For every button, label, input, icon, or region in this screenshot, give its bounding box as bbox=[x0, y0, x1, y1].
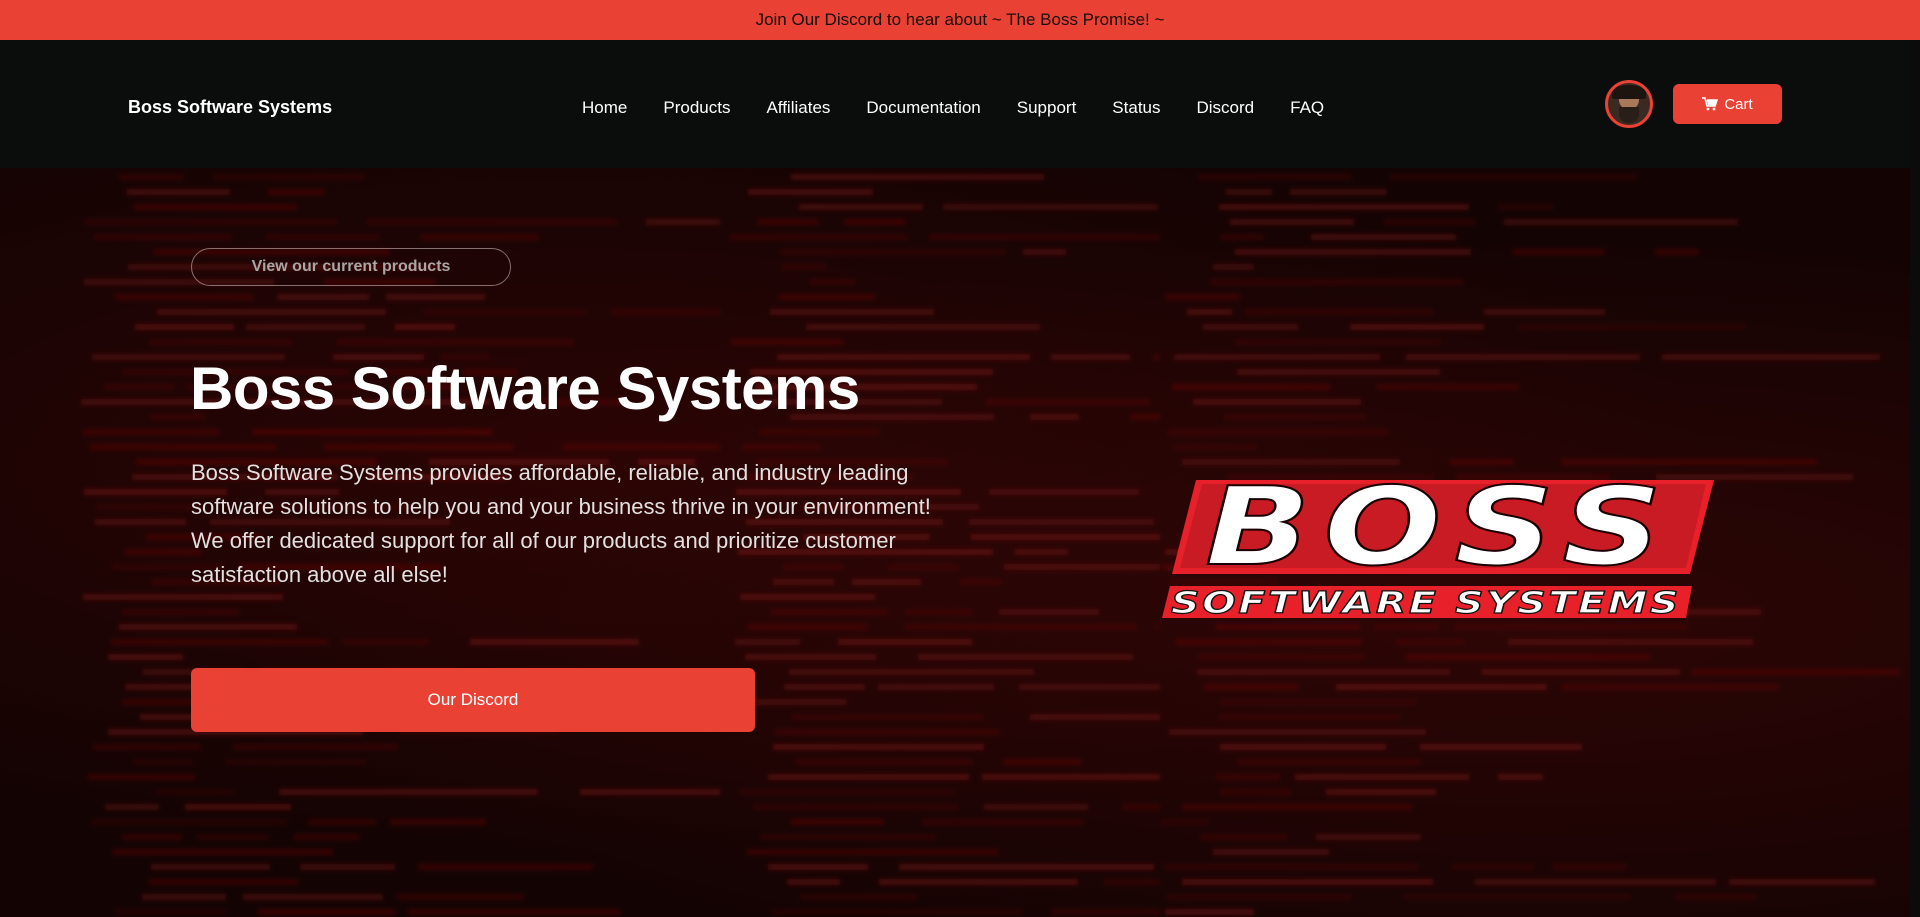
announcement-bar[interactable]: Join Our Discord to hear about ~ The Bos… bbox=[0, 0, 1920, 40]
our-discord-button[interactable]: Our Discord bbox=[191, 668, 755, 732]
cart-icon bbox=[1702, 97, 1719, 111]
nav-discord[interactable]: Discord bbox=[1197, 98, 1255, 118]
page: Join Our Discord to hear about ~ The Bos… bbox=[0, 0, 1920, 917]
view-products-button[interactable]: View our current products bbox=[191, 248, 511, 286]
brand-name[interactable]: Boss Software Systems bbox=[128, 97, 332, 118]
logo-subtitle: SOFTWARE SYSTEMS bbox=[1171, 586, 1681, 621]
hero-description: Boss Software Systems provides affordabl… bbox=[191, 460, 931, 587]
boss-logo: BOSS SOFTWARE SYSTEMS bbox=[1162, 468, 1714, 622]
cart-label: Cart bbox=[1724, 95, 1753, 113]
user-avatar[interactable] bbox=[1605, 80, 1653, 128]
nav-documentation[interactable]: Documentation bbox=[866, 98, 980, 118]
hero-title: Boss Software Systems bbox=[190, 355, 860, 422]
nav-products[interactable]: Products bbox=[663, 98, 730, 118]
hero-section: View our current products Boss Software … bbox=[0, 168, 1910, 917]
nav-home[interactable]: Home bbox=[582, 98, 627, 118]
logo-word: BOSS bbox=[1205, 468, 1675, 590]
main-nav: Home Products Affiliates Documentation S… bbox=[582, 98, 1360, 118]
nav-affiliates[interactable]: Affiliates bbox=[766, 98, 830, 118]
cart-button[interactable]: Cart bbox=[1673, 84, 1782, 124]
nav-support[interactable]: Support bbox=[1017, 98, 1077, 118]
nav-faq[interactable]: FAQ bbox=[1290, 98, 1324, 118]
avatar-hat bbox=[1612, 85, 1646, 99]
page-scrollbar[interactable] bbox=[1910, 40, 1920, 917]
nav-status[interactable]: Status bbox=[1112, 98, 1160, 118]
avatar-beard bbox=[1619, 107, 1639, 123]
announcement-text: Join Our Discord to hear about ~ The Bos… bbox=[755, 10, 1165, 29]
site-header: Boss Software Systems Home Products Affi… bbox=[0, 40, 1910, 168]
